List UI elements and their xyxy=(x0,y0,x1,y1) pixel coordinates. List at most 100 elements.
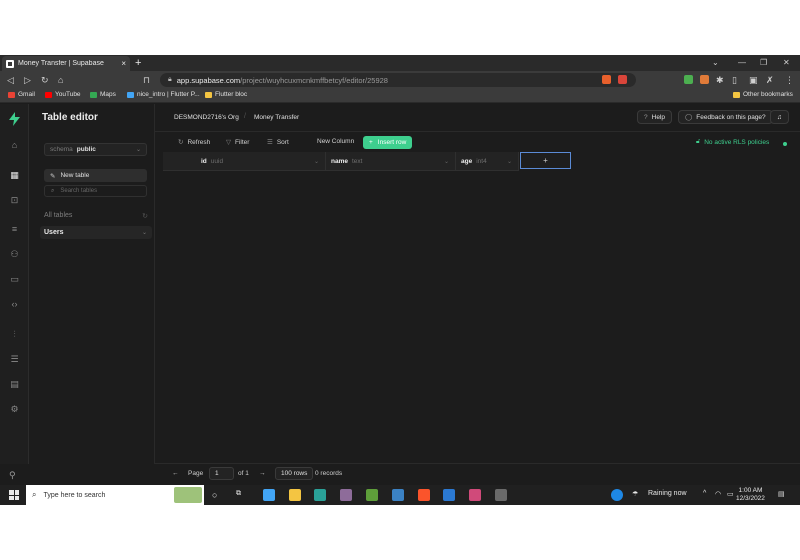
sidebar-toggle-icon[interactable]: ▯ xyxy=(732,73,737,87)
refresh-button[interactable]: ↻ Refresh xyxy=(178,138,210,147)
reload-icon[interactable]: ↻ xyxy=(41,73,49,87)
page-label: Page xyxy=(188,470,204,477)
column-header-id[interactable]: id uuid ⌄ xyxy=(163,152,326,171)
logs-nav-icon[interactable]: ☰ xyxy=(9,354,20,365)
chevron-down-icon[interactable]: ⌄ xyxy=(507,158,512,165)
auth-nav-icon[interactable]: ⚇ xyxy=(9,249,20,260)
browser-tab[interactable]: Money Transfer | Supabase × xyxy=(2,56,130,71)
prev-page-icon[interactable]: ← xyxy=(172,470,179,477)
help-button[interactable]: ? Help xyxy=(637,110,672,124)
breadcrumb-project[interactable]: Money Transfer xyxy=(254,114,299,121)
functions-nav-icon[interactable]: ‹› xyxy=(9,299,20,310)
bookmark-youtube[interactable]: YouTube xyxy=(45,91,81,98)
table-editor-nav-icon[interactable]: ▦ xyxy=(9,170,20,181)
reports-nav-icon[interactable]: ⫶ xyxy=(9,329,20,340)
network-icon[interactable]: ◠ xyxy=(715,490,721,498)
task-view-icon[interactable]: ⧉ xyxy=(236,490,241,498)
back-icon[interactable]: ◁ xyxy=(7,73,14,87)
feedback-button[interactable]: ◯ Feedback on this page? xyxy=(678,110,773,124)
bookmark-gmail[interactable]: Gmail xyxy=(8,91,35,98)
bookmark-flutter-bloc[interactable]: Flutter bloc xyxy=(205,91,247,98)
supabase-logo-icon[interactable] xyxy=(8,112,21,126)
url-host: app.supabase.com xyxy=(176,75,241,85)
add-column-button[interactable]: + xyxy=(520,152,571,169)
tab-title: Money Transfer | Supabase xyxy=(18,60,104,67)
user-profile-icon[interactable]: ⚲ xyxy=(9,470,16,481)
notifications-icon[interactable]: ▤ xyxy=(778,490,785,498)
chevron-down-icon[interactable]: ⌄ xyxy=(314,158,319,165)
home-nav-icon[interactable]: ⌂ xyxy=(9,140,20,151)
breadcrumb-org[interactable]: DESMOND2716's Org xyxy=(174,114,239,121)
menu-icon[interactable]: ⋮ xyxy=(785,73,794,87)
app-icon-2[interactable] xyxy=(495,489,507,501)
chevron-down-icon[interactable]: ⌄ xyxy=(444,158,449,165)
obs-icon[interactable] xyxy=(340,489,352,501)
sidebar-item-users[interactable]: Users ⌄ xyxy=(40,226,152,239)
new-tab-button[interactable]: + xyxy=(135,56,141,70)
minimize-icon[interactable]: — xyxy=(738,56,746,70)
taskbar-clock[interactable]: 1:00 AM 12/3/2022 xyxy=(736,487,765,503)
search-tables-input[interactable]: ⌕ Search tables xyxy=(44,185,147,197)
weather-text[interactable]: Raining now xyxy=(648,490,687,497)
tray-chevron-icon[interactable]: ^ xyxy=(703,490,706,497)
filter-button[interactable]: ▽ Filter xyxy=(226,138,249,147)
schema-select[interactable]: schema public ⌄ xyxy=(44,143,147,156)
brave-rewards-icon[interactable] xyxy=(618,75,627,84)
sort-button[interactable]: ☰ Sort xyxy=(267,138,289,147)
help-icon: ? xyxy=(644,113,648,121)
column-name: age xyxy=(461,157,473,165)
forward-icon[interactable]: ▷ xyxy=(24,73,31,87)
brave-shield-icon[interactable] xyxy=(602,75,611,84)
page-input[interactable]: 1 xyxy=(209,467,234,480)
column-header-age[interactable]: age int4 ⌄ xyxy=(456,152,519,171)
maximize-icon[interactable]: ❐ xyxy=(760,56,767,70)
settings-gear-icon[interactable]: ⚙ xyxy=(9,404,20,415)
help-circle-icon[interactable] xyxy=(611,489,623,501)
next-page-icon[interactable]: → xyxy=(259,470,266,477)
rls-policies-link[interactable]: 🔓︎ No active RLS policies xyxy=(696,138,769,146)
storage-nav-icon[interactable]: ▭ xyxy=(9,274,20,285)
chrome-icon[interactable] xyxy=(392,489,404,501)
page-count: of 1 xyxy=(238,470,249,477)
close-tab-icon[interactable]: × xyxy=(121,59,126,68)
metamask-icon[interactable] xyxy=(700,75,709,84)
extension-icon[interactable] xyxy=(684,75,693,84)
other-bookmarks[interactable]: Other bookmarks xyxy=(733,91,793,98)
rows-per-page-select[interactable]: 100 rows xyxy=(275,467,314,480)
app-icon[interactable] xyxy=(469,489,481,501)
data-grid: id uuid ⌄ name text ⌄ age int4 ⌄ + xyxy=(163,152,800,462)
column-header-name[interactable]: name text ⌄ xyxy=(326,152,456,171)
database-nav-icon[interactable]: ≡ xyxy=(9,224,20,235)
brave-icon[interactable] xyxy=(418,489,430,501)
bookmark-nice-intro[interactable]: nice_intro | Flutter P... xyxy=(127,91,200,98)
flutter-app-icon[interactable] xyxy=(263,489,275,501)
arduino-icon[interactable] xyxy=(314,489,326,501)
home-icon[interactable]: ⌂ xyxy=(58,73,63,87)
profile-icon[interactable]: ✗ xyxy=(766,73,774,87)
bookmark-label: YouTube xyxy=(55,91,81,98)
sql-editor-nav-icon[interactable]: ⊡ xyxy=(9,195,20,206)
store-icon[interactable] xyxy=(366,489,378,501)
api-docs-nav-icon[interactable]: ▤ xyxy=(9,379,20,390)
notifications-button[interactable]: ♫ xyxy=(770,110,789,124)
supabase-favicon-icon xyxy=(6,59,14,68)
chevron-down-icon[interactable]: ⌄ xyxy=(142,229,147,236)
taskbar-search-input[interactable]: ⌕ Type here to search xyxy=(26,485,204,505)
new-column-button[interactable]: New Column xyxy=(317,138,354,145)
insert-row-button[interactable]: + Insert row xyxy=(363,136,413,149)
file-explorer-icon[interactable] xyxy=(289,489,301,501)
bookmark-maps[interactable]: Maps xyxy=(90,91,116,98)
vscode-icon[interactable] xyxy=(443,489,455,501)
bookmark-icon[interactable]: ⊓ xyxy=(143,73,150,87)
battery-icon[interactable]: ▭ xyxy=(727,490,734,498)
windows-start-icon[interactable] xyxy=(9,490,19,500)
new-table-button[interactable]: ✎ New table xyxy=(44,169,147,182)
extensions-puzzle-icon[interactable]: ✱ xyxy=(716,73,724,87)
cortana-icon[interactable]: ○ xyxy=(212,490,217,500)
url-field[interactable]: 🔒︎ app.supabase.com /project/wuyhcuxmcnk… xyxy=(160,73,636,87)
close-window-icon[interactable]: ✕ xyxy=(783,56,790,70)
wallet-icon[interactable]: ▣ xyxy=(749,73,758,87)
sort-icon: ☰ xyxy=(267,139,273,146)
tab-search-chevron-icon[interactable]: ⌄ xyxy=(712,56,719,70)
refresh-tables-icon[interactable]: ↻ xyxy=(142,212,148,220)
